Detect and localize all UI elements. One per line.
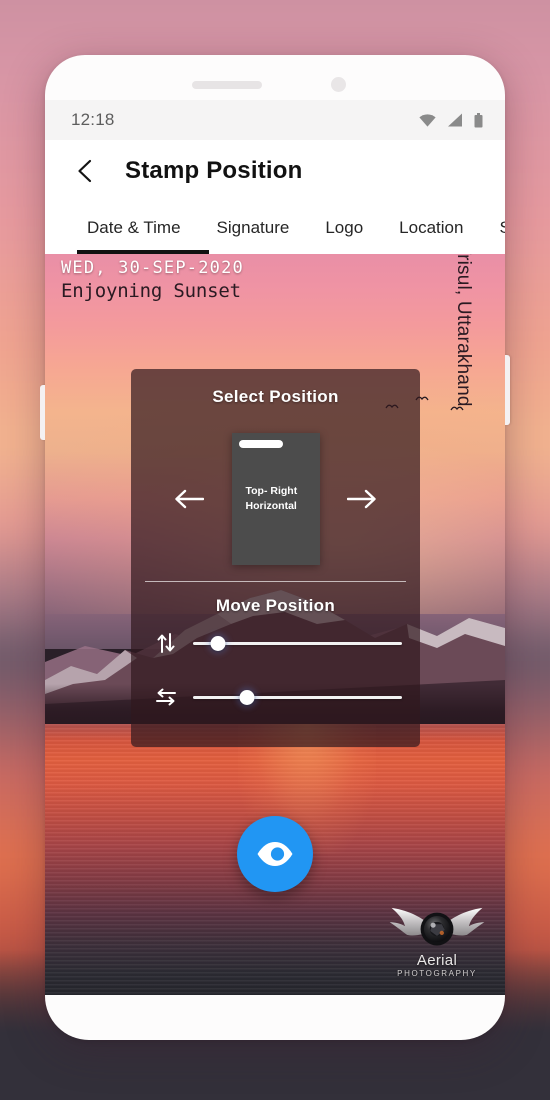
slider-track	[193, 695, 402, 699]
signal-icon	[448, 113, 462, 127]
winged-camera-logo	[389, 907, 485, 946]
earpiece-speaker	[192, 81, 262, 89]
vertical-move-slider[interactable]	[193, 631, 402, 655]
position-selector: Top- Right Horizontal	[131, 416, 420, 581]
phone-screen: 12:18 Stamp Position Date & Time Signatu…	[45, 100, 505, 995]
front-camera-icon	[331, 77, 346, 92]
arrow-right-icon	[347, 489, 376, 508]
status-time: 12:18	[71, 110, 115, 129]
stamp-location-text: Trisul, Uttarakhand	[453, 254, 474, 407]
position-preview-card[interactable]: Top- Right Horizontal	[231, 432, 320, 565]
app-bar: Stamp Position	[45, 140, 505, 202]
tab-bar[interactable]: Date & Time Signature Logo Location Se	[45, 202, 505, 254]
arrow-left-icon	[175, 489, 204, 508]
watermark-logo: Aerial PHOTOGRAPHY	[383, 903, 491, 981]
page-title: Stamp Position	[125, 157, 303, 184]
slider-thumb[interactable]	[210, 635, 226, 651]
move-position-title: Move Position	[215, 596, 336, 615]
stamp-caption-text: Enjoyning Sunset	[61, 280, 241, 302]
page-root: 12:18 Stamp Position Date & Time Signatu…	[0, 0, 550, 1100]
photo-preview[interactable]: WED, 30-SEP-2020 Enjoyning Sunset Trisul…	[45, 254, 505, 995]
tab-date-time[interactable]: Date & Time	[67, 202, 199, 254]
left-right-arrows-icon	[153, 687, 179, 707]
watermark-subtitle: PHOTOGRAPHY	[397, 969, 477, 979]
next-position-button[interactable]	[342, 479, 382, 519]
up-down-arrows-icon	[153, 632, 179, 654]
tab-logo[interactable]: Logo	[307, 202, 381, 254]
tab-signature[interactable]: Signature	[199, 202, 308, 254]
tab-location[interactable]: Location	[381, 202, 481, 254]
status-icons	[419, 112, 483, 128]
previous-position-button[interactable]	[169, 479, 209, 519]
stamp-position-dialog: Select Position Top- Right Horizontal Mo…	[131, 369, 420, 747]
stamp-placement-indicator	[238, 439, 283, 448]
wifi-icon	[419, 113, 436, 127]
horizontal-move-slider-row	[131, 670, 420, 724]
slider-thumb[interactable]	[239, 689, 255, 705]
stamp-date-text: WED, 30-SEP-2020	[61, 258, 244, 278]
select-position-title: Select Position	[212, 387, 339, 406]
position-label: Top- Right Horizontal	[245, 485, 298, 512]
horizontal-move-slider[interactable]	[193, 685, 402, 709]
tab-settings[interactable]: Se	[481, 202, 505, 254]
watermark-name: Aerial	[416, 952, 458, 970]
battery-icon	[474, 112, 483, 127]
vertical-move-slider-row	[131, 616, 420, 670]
back-button[interactable]	[71, 157, 99, 185]
preview-eye-button[interactable]	[237, 816, 313, 892]
status-bar: 12:18	[45, 100, 505, 140]
chevron-left-icon	[78, 159, 92, 183]
eye-icon	[257, 842, 293, 866]
phone-frame: 12:18 Stamp Position Date & Time Signatu…	[40, 55, 510, 1040]
